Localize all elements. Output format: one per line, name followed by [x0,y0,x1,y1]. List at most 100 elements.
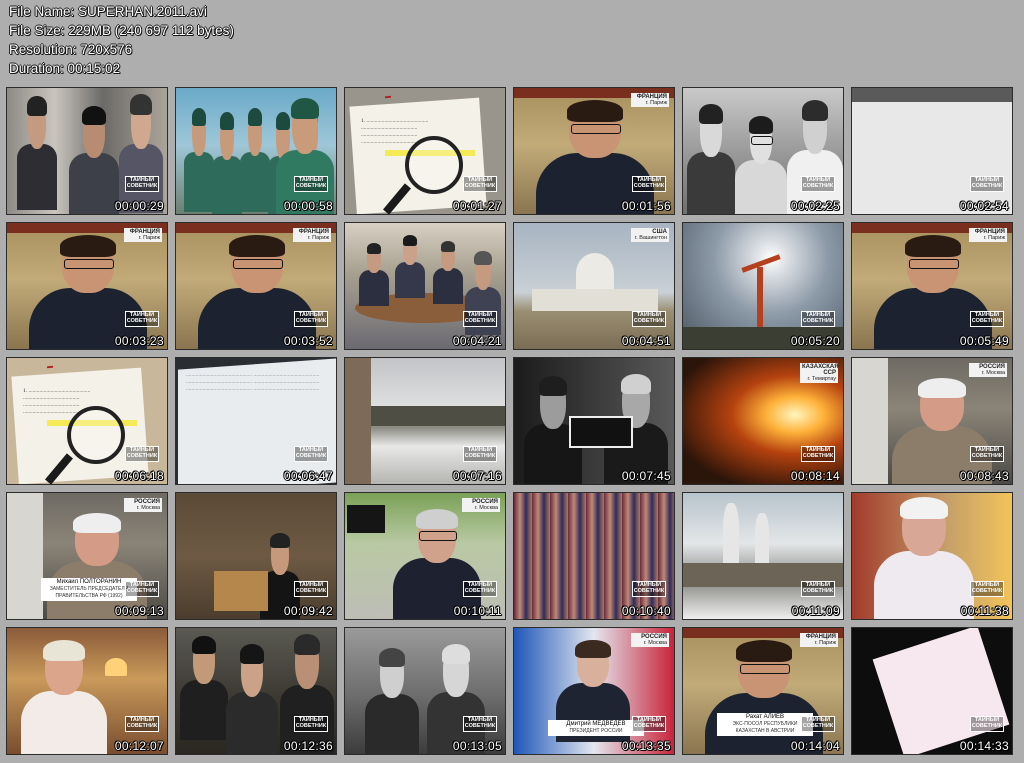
person-hair [900,497,948,520]
person-hair [191,108,207,126]
person-figure [359,270,389,307]
video-thumbnail[interactable]: РОССИЯ г. Москва Дмитрий МЕДВЕДЕВ ПРЕЗИДЕНТ… [513,627,675,755]
thumbnail-scene-podium [176,493,336,619]
person-hair [402,235,418,246]
timestamp-label: 00:06:18 [114,469,164,483]
glasses-icon [571,123,621,135]
timestamp-label: 00:01:56 [621,199,671,213]
bookshelf [852,358,888,484]
thumbnail-scene-secret-doc: 1. .....................................… [345,88,505,214]
person-hair [918,378,966,398]
podium [214,571,268,611]
location-tag: РОССИЯ г. Москва [462,498,500,512]
video-thumbnail[interactable]: ТАЙНЫЙ СОВЕТНИК 00:13:05 [344,627,506,755]
location-city: г. Москва [136,505,160,511]
glasses-icon [909,258,959,270]
person-hair [735,640,793,662]
thumbnail-scene-secret-doc-2: 1. .....................................… [7,358,167,484]
glasses-icon [750,136,774,145]
person-figure [240,152,270,212]
person-hair [366,243,382,254]
person-figure [226,692,278,754]
timestamp-label: 00:11:09 [791,604,840,618]
timestamp-label: 00:11:38 [960,604,1009,618]
location-tag: РОССИЯ г. Москва [124,498,162,512]
steam-plume [755,513,769,563]
channel-logo: ТАЙНЫЙ СОВЕТНИК [801,716,835,732]
video-thumbnail[interactable]: ТАЙНЫЙ СОВЕТНИК 00:04:21 [344,222,506,350]
caption-role: ЭКС-ПОСОЛ РЕСПУБЛИКИ КАЗАХСТАН В АВСТРИИ [732,721,798,734]
person-hair [294,634,320,655]
timestamp-label: 00:05:20 [790,334,840,348]
channel-logo: ТАЙНЫЙ СОВЕТНИК [294,446,328,462]
video-thumbnail[interactable]: ТАЙНЫЙ СОВЕТНИК 00:07:16 [344,357,506,485]
channel-logo: ТАЙНЫЙ СОВЕТНИК [125,716,159,732]
timestamp-label: 00:04:21 [452,334,502,348]
video-thumbnail[interactable]: ТАЙНЫЙ СОВЕТНИК 00:10:40 [513,492,675,620]
video-thumbnail[interactable]: ФРАНЦИЯ г. Париж Рахат АЛИЕВ ЭКС-ПОСОЛ РЕСП… [682,627,844,755]
video-thumbnail[interactable]: ТАЙНЫЙ СОВЕТНИК 00:14:33 [851,627,1013,755]
video-thumbnail[interactable]: КАЗАХСКАЯ ССР г. Темиртау ТАЙНЫЙ СОВЕТНИК 0… [682,357,844,485]
paper-sheet [872,628,1010,754]
timestamp-label: 00:01:27 [452,199,502,213]
video-thumbnail[interactable]: РОССИЯ г. Москва ТАЙНЫЙ СОВЕТНИК 00:08:43 [851,357,1013,485]
top-secret-stamp [46,365,54,369]
video-thumbnail[interactable]: ТАЙНЫЙ СОВЕТНИК 00:11:09 [682,492,844,620]
video-thumbnail[interactable]: ........................................… [175,357,337,485]
video-thumbnail[interactable]: ТАЙНЫЙ СОВЕТНИК 00:05:20 [682,222,844,350]
channel-logo: ТАЙНЫЙ СОВЕТНИК [463,176,497,192]
video-thumbnail[interactable]: ФРАНЦИЯ г. Париж ТАЙНЫЙ СОВЕТНИК 00:01:56 [513,87,675,215]
thumbnail-scene-white-hair [852,493,1012,619]
person-figure [17,144,57,211]
location-city: г. Москва [474,505,498,511]
location-tag: РОССИЯ г. Москва [631,633,669,647]
video-thumbnail[interactable]: ТАЙНЫЙ СОВЕТНИК 00:00:58 [175,87,337,215]
magnifier-icon [67,406,125,464]
video-thumbnail[interactable]: ФРАНЦИЯ г. Париж ТАЙНЫЙ СОВЕТНИК 00:05:49 [851,222,1013,350]
channel-logo: ТАЙНЫЙ СОВЕТНИК [294,716,328,732]
location-tag: ФРАНЦИЯ г. Париж [124,228,162,242]
person-hair [904,235,962,257]
video-thumbnail[interactable]: ТАЙНЫЙ СОВЕТНИК 00:12:36 [175,627,337,755]
video-thumbnail[interactable]: ТАЙНЫЙ СОВЕТНИК 00:00:29 [6,87,168,215]
person-figure [433,268,463,305]
video-thumbnail[interactable]: 00:07:45 [513,357,675,485]
video-thumbnail[interactable]: ФРАНЦИЯ г. Париж ТАЙНЫЙ СОВЕТНИК 00:03:23 [6,222,168,350]
video-thumbnail[interactable]: РОССИЯ г. Москва ТАЙНЫЙ СОВЕТНИК 00:10:11 [344,492,506,620]
channel-logo: ТАЙНЫЙ СОВЕТНИК [970,311,1004,327]
timestamp-label: 00:14:04 [790,739,840,753]
video-thumbnail[interactable]: ТАЙНЫЙ СОВЕТНИК 00:09:42 [175,492,337,620]
location-city: г. Париж [138,235,160,241]
channel-logo: ТАЙНЫЙ СОВЕТНИК [632,311,666,327]
channel-logo: ТАЙНЫЙ СОВЕТНИК [632,176,666,192]
timestamp-label: 00:10:11 [453,604,502,618]
video-thumbnail[interactable]: ТАЙНЫЙ СОВЕТНИК 00:02:25 [682,87,844,215]
timestamp-label: 00:03:52 [283,334,333,348]
video-thumbnail[interactable]: США г. Вашингтон ТАЙНЫЙ СОВЕТНИК 00:04:51 [513,222,675,350]
timestamp-label: 00:03:23 [114,334,164,348]
video-thumbnail[interactable]: 1. .....................................… [6,357,168,485]
thumbnail-scene-bw-meeting [345,628,505,754]
video-thumbnail[interactable]: 1. .....................................… [344,87,506,215]
video-thumbnail[interactable]: ФРАНЦИЯ г. Париж ТАЙНЫЙ СОВЕТНИК 00:03:52 [175,222,337,350]
thumbnail-scene-oil-pump [683,223,843,349]
video-thumbnail[interactable]: ТАЙНЫЙ СОВЕТНИК 00:12:07 [6,627,168,755]
timestamp-label: 00:00:29 [114,199,164,213]
channel-logo: ТАЙНЫЙ СОВЕТНИК [970,176,1004,192]
channel-logo: ТАЙНЫЙ СОВЕТНИК [463,716,497,732]
person-hair [275,112,291,130]
person-hair [748,116,774,134]
video-thumbnail[interactable]: РОССИЯ г. Москва Михаил ПОЛТОРАНИН ЗАМЕСТИТ… [6,492,168,620]
thumbnail-scene-crowd [7,88,167,214]
location-tag: США г. Вашингтон [631,228,669,242]
timestamp-label: 00:12:07 [114,739,164,753]
channel-logo: ТАЙНЫЙ СОВЕТНИК [125,446,159,462]
channel-logo: ТАЙНЫЙ СОВЕТНИК [801,311,835,327]
person-hair [575,640,611,658]
thumbnail-scene-book: ........................................… [176,358,336,484]
location-country: КАЗАХСКАЯ ССР [802,364,839,376]
location-tag: РОССИЯ г. Москва [969,363,1007,377]
video-thumbnail[interactable]: ТАЙНЫЙ СОВЕТНИК 00:11:38 [851,492,1013,620]
video-thumbnail[interactable]: ТАЙНЫЙ СОВЕТНИК 00:02:54 [851,87,1013,215]
capitol-building [532,289,658,311]
